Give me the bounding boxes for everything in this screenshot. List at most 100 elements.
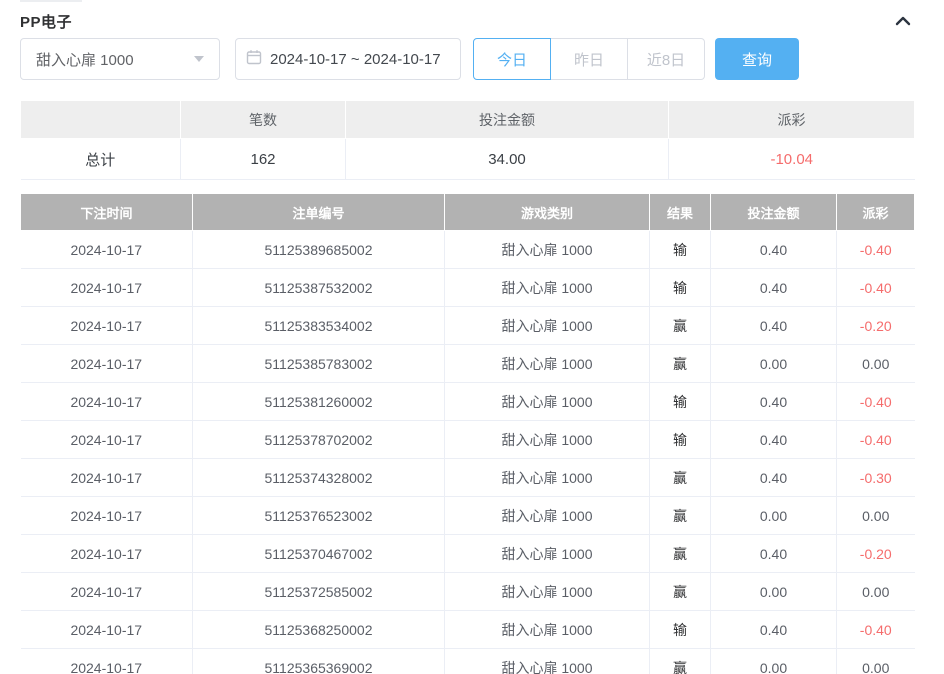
payout-cell: -0.20 [837,535,915,573]
date-range-input[interactable]: 2024-10-17 ~ 2024-10-17 [235,38,461,80]
table-row: 2024-10-1751125378702002甜入心扉 1000输0.40-0… [21,421,915,459]
bet-time-cell: 2024-10-17 [21,611,193,649]
bet-amount-cell: 0.40 [711,611,837,649]
result-cell: 赢 [650,535,711,573]
summary-bet-amount-value: 34.00 [346,139,669,180]
bet-amount-cell: 0.40 [711,383,837,421]
bet-time-cell: 2024-10-17 [21,269,193,307]
table-row: 2024-10-1751125385783002甜入心扉 1000赢0.000.… [21,345,915,383]
order-no-cell: 51125365369002 [193,649,445,674]
chevron-up-icon [895,14,911,29]
order-no-cell: 51125368250002 [193,611,445,649]
result-cell: 输 [650,383,711,421]
payout-cell: -0.30 [837,459,915,497]
header-order-no: 注单编号 [193,194,445,231]
payout-cell: 0.00 [837,573,915,611]
order-no-cell: 51125383534002 [193,307,445,345]
bet-time-cell: 2024-10-17 [21,459,193,497]
collapse-button[interactable] [892,10,914,32]
table-row: 2024-10-1751125376523002甜入心扉 1000赢0.000.… [21,497,915,535]
payout-cell: -0.20 [837,307,915,345]
bet-table-body: 2024-10-1751125389685002甜入心扉 1000输0.40-0… [21,231,915,674]
quick-date-button-group: 今日 昨日 近8日 [473,38,705,80]
table-row: 2024-10-1751125389685002甜入心扉 1000输0.40-0… [21,231,915,269]
result-cell: 赢 [650,345,711,383]
bet-time-cell: 2024-10-17 [21,231,193,269]
result-cell: 输 [650,269,711,307]
bet-time-cell: 2024-10-17 [21,573,193,611]
bet-amount-cell: 0.40 [711,421,837,459]
game-type-cell: 甜入心扉 1000 [445,383,650,421]
table-row: 2024-10-1751125383534002甜入心扉 1000赢0.40-0… [21,307,915,345]
game-type-cell: 甜入心扉 1000 [445,421,650,459]
table-row: 2024-10-1751125381260002甜入心扉 1000输0.40-0… [21,383,915,421]
page-title: PP电子 [20,11,72,32]
summary-total-label: 总计 [21,139,181,180]
order-no-cell: 51125370467002 [193,535,445,573]
table-row: 2024-10-1751125370467002甜入心扉 1000赢0.40-0… [21,535,915,573]
bet-amount-cell: 0.00 [711,573,837,611]
header-bet-amount: 投注金额 [711,194,837,231]
payout-cell: -0.40 [837,269,915,307]
summary-header-count: 笔数 [181,101,346,139]
payout-cell: -0.40 [837,611,915,649]
bet-records-table: 下注时间 注单编号 游戏类别 结果 投注金额 派彩 2024-10-175112… [20,193,915,674]
payout-cell: 0.00 [837,497,915,535]
bet-table-header-row: 下注时间 注单编号 游戏类别 结果 投注金额 派彩 [21,194,915,231]
table-row: 2024-10-1751125387532002甜入心扉 1000输0.40-0… [21,269,915,307]
bet-amount-cell: 0.40 [711,307,837,345]
panel-header: PP电子 [20,0,914,32]
game-type-cell: 甜入心扉 1000 [445,611,650,649]
game-type-cell: 甜入心扉 1000 [445,535,650,573]
bet-amount-cell: 0.40 [711,231,837,269]
table-row: 2024-10-1751125368250002甜入心扉 1000输0.40-0… [21,611,915,649]
table-row: 2024-10-1751125365369002甜入心扉 1000赢0.000.… [21,649,915,674]
bet-amount-cell: 0.40 [711,459,837,497]
chevron-down-icon [194,56,204,62]
payout-cell: 0.00 [837,649,915,674]
header-payout: 派彩 [837,194,915,231]
bet-time-cell: 2024-10-17 [21,345,193,383]
header-game-type: 游戏类别 [445,194,650,231]
game-type-cell: 甜入心扉 1000 [445,269,650,307]
summary-header-row: 笔数 投注金额 派彩 [21,101,915,139]
payout-cell: -0.40 [837,231,915,269]
game-type-cell: 甜入心扉 1000 [445,307,650,345]
order-no-cell: 51125372585002 [193,573,445,611]
search-button[interactable]: 查询 [715,38,799,80]
today-button[interactable]: 今日 [473,38,551,80]
summary-header-empty [21,101,181,139]
last-8-days-button[interactable]: 近8日 [627,38,705,80]
pp-electronic-panel: PP电子 甜入心扉 1000 2024-10-17 ~ 2024-10-17 今… [0,0,944,674]
bet-time-cell: 2024-10-17 [21,307,193,345]
bet-time-cell: 2024-10-17 [21,535,193,573]
result-cell: 赢 [650,573,711,611]
table-row: 2024-10-1751125374328002甜入心扉 1000赢0.40-0… [21,459,915,497]
bet-amount-cell: 0.00 [711,497,837,535]
game-select[interactable]: 甜入心扉 1000 [20,38,220,80]
game-type-cell: 甜入心扉 1000 [445,459,650,497]
order-no-cell: 51125389685002 [193,231,445,269]
bet-time-cell: 2024-10-17 [21,497,193,535]
result-cell: 输 [650,611,711,649]
bet-time-cell: 2024-10-17 [21,649,193,674]
result-cell: 输 [650,231,711,269]
result-cell: 赢 [650,497,711,535]
clipped-element-edge [20,0,82,2]
payout-cell: -0.40 [837,421,915,459]
result-cell: 赢 [650,459,711,497]
payout-cell: -0.40 [837,383,915,421]
yesterday-button[interactable]: 昨日 [550,38,628,80]
result-cell: 赢 [650,649,711,674]
game-select-value: 甜入心扉 1000 [36,49,194,70]
summary-header-payout: 派彩 [669,101,915,139]
order-no-cell: 51125385783002 [193,345,445,383]
bet-time-cell: 2024-10-17 [21,383,193,421]
bet-time-cell: 2024-10-17 [21,421,193,459]
game-type-cell: 甜入心扉 1000 [445,573,650,611]
order-no-cell: 51125381260002 [193,383,445,421]
game-type-cell: 甜入心扉 1000 [445,345,650,383]
summary-header-bet-amount: 投注金额 [346,101,669,139]
bet-amount-cell: 0.00 [711,649,837,674]
table-row: 2024-10-1751125372585002甜入心扉 1000赢0.000.… [21,573,915,611]
